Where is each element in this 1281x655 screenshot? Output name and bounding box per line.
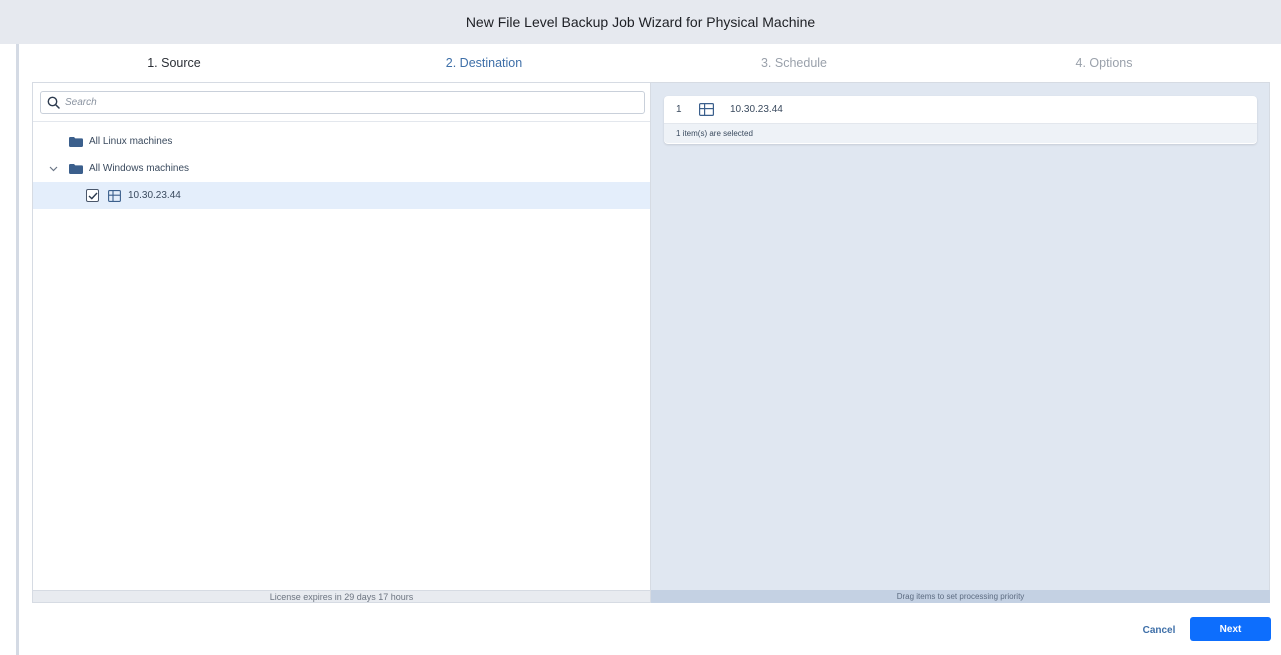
step-source[interactable]: 1. Source bbox=[19, 44, 329, 82]
step-options[interactable]: 4. Options bbox=[949, 44, 1259, 82]
windows-icon bbox=[699, 103, 714, 116]
step-schedule[interactable]: 3. Schedule bbox=[639, 44, 949, 82]
cancel-button[interactable]: Cancel bbox=[1129, 618, 1189, 642]
chevron-down-icon[interactable] bbox=[47, 166, 59, 172]
search-input[interactable] bbox=[65, 97, 625, 108]
next-button[interactable]: Next bbox=[1190, 617, 1271, 641]
tree-item-machine[interactable]: 10.30.23.44 bbox=[33, 182, 650, 209]
divider bbox=[33, 121, 650, 122]
selected-items-list: 1 10.30.23.44 1 item(s) are selected bbox=[664, 96, 1257, 144]
item-label: 10.30.23.44 bbox=[730, 104, 783, 115]
folder-icon bbox=[69, 136, 83, 147]
window-title: New File Level Backup Job Wizard for Phy… bbox=[0, 0, 1281, 44]
tree-item-label: All Linux machines bbox=[89, 136, 173, 147]
selected-items-pane: 1 10.30.23.44 1 item(s) are selected Dra… bbox=[651, 82, 1270, 603]
search-box[interactable] bbox=[40, 91, 645, 114]
step-destination[interactable]: 2. Destination bbox=[329, 44, 639, 82]
machine-checkbox[interactable] bbox=[86, 189, 99, 202]
windows-icon bbox=[108, 189, 121, 202]
tree-item-label: All Windows machines bbox=[89, 163, 190, 174]
wizard-steps: 1. Source 2. Destination 3. Schedule 4. … bbox=[19, 44, 1281, 82]
source-tree-pane: All Linux machines All Windows machines … bbox=[32, 82, 651, 603]
item-number: 1 bbox=[676, 104, 682, 115]
wizard-dialog: 1. Source 2. Destination 3. Schedule 4. … bbox=[19, 44, 1281, 655]
left-rail bbox=[0, 44, 19, 655]
folder-icon bbox=[69, 163, 83, 174]
tree-item-windows[interactable]: All Windows machines bbox=[33, 155, 650, 182]
selection-count: 1 item(s) are selected bbox=[664, 124, 1257, 143]
list-item[interactable]: 1 10.30.23.44 bbox=[664, 96, 1257, 124]
search-icon bbox=[41, 96, 65, 109]
drag-hint: Drag items to set processing priority bbox=[651, 590, 1270, 603]
tree-item-linux[interactable]: All Linux machines bbox=[33, 128, 650, 155]
tree-item-label: 10.30.23.44 bbox=[128, 190, 181, 201]
license-status: License expires in 29 days 17 hours bbox=[33, 590, 650, 602]
